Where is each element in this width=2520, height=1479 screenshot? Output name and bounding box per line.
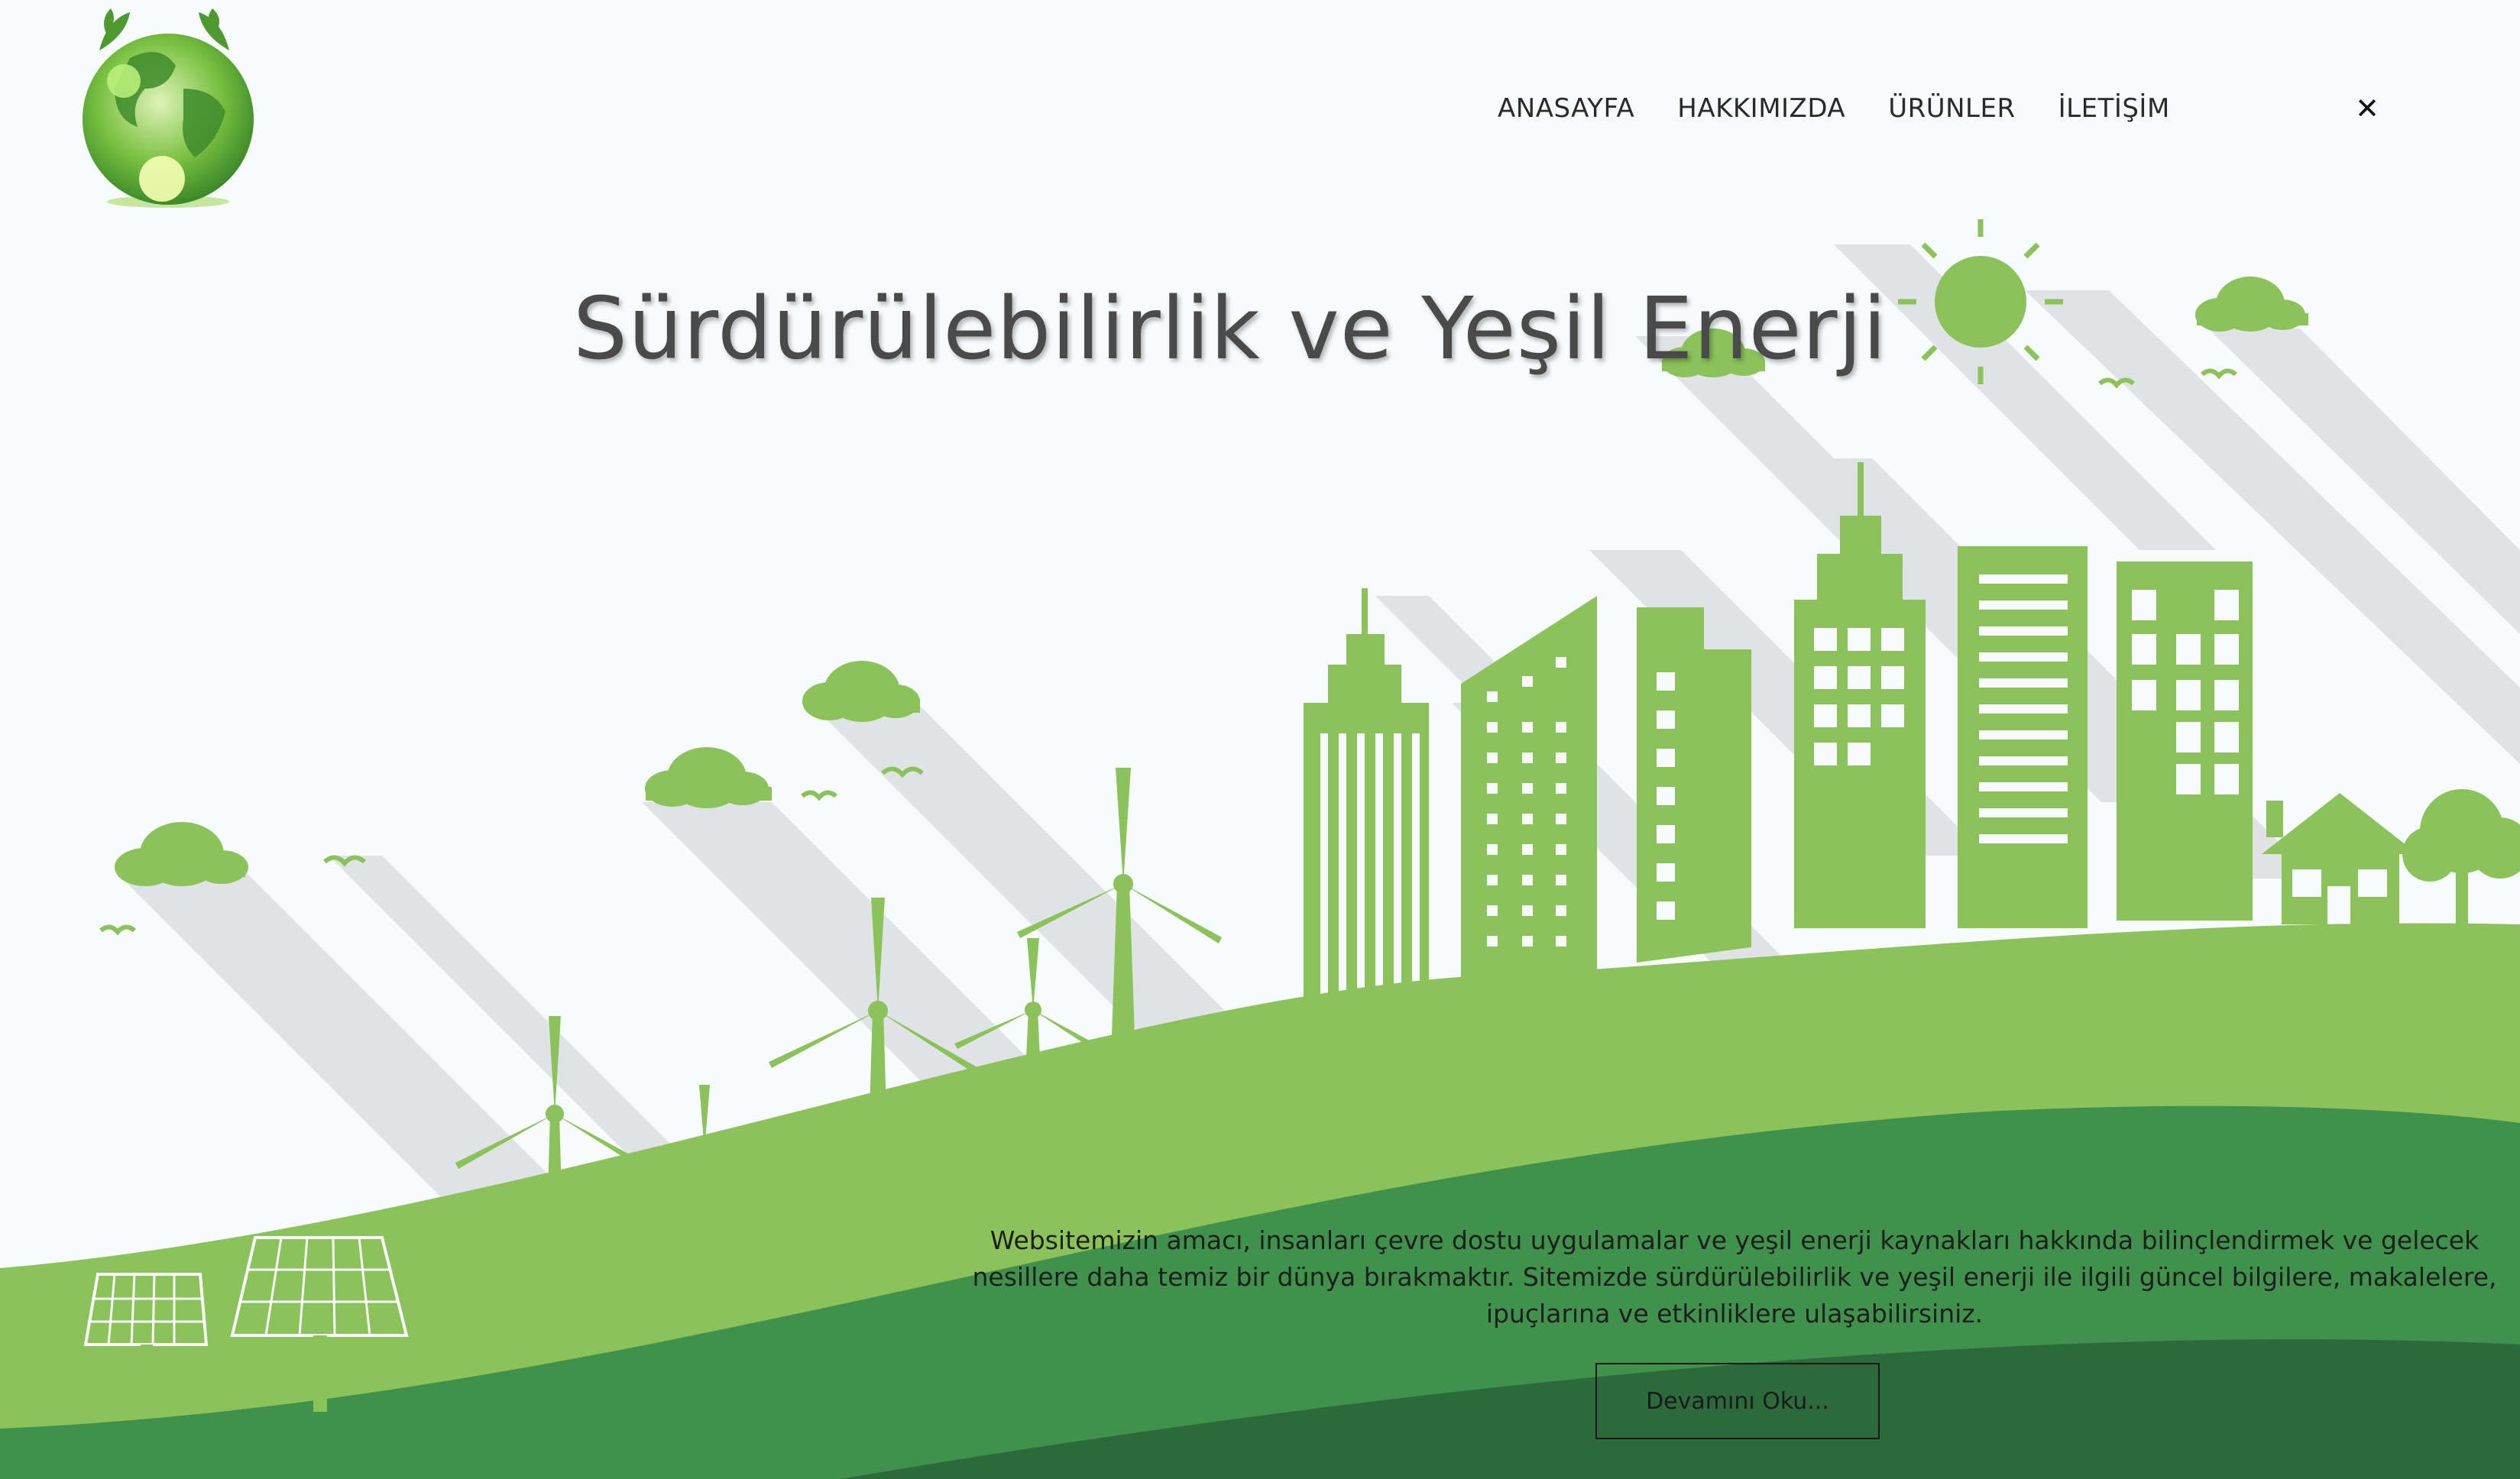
cloud-icon	[115, 822, 248, 886]
cloud-icon	[645, 747, 772, 808]
intro-text: Websitemizin amacı, insanları çevre dost…	[972, 1225, 2497, 1329]
nav-item-iletisim[interactable]: İLETİŞİM	[2058, 93, 2170, 124]
globe-logo-icon[interactable]	[76, 5, 260, 211]
bird-icon	[801, 790, 837, 801]
read-more-button[interactable]: Devamını Oku...	[1595, 1363, 1880, 1439]
cloud-icon	[802, 661, 920, 722]
bird-icon	[2201, 368, 2237, 380]
nav-item-urunler[interactable]: ÜRÜNLER	[1888, 93, 2015, 124]
close-icon[interactable]: ✕	[2346, 87, 2389, 130]
page-title: Sürdürülebilirlik ve Yeşil Enerji	[573, 280, 1887, 379]
nav-item-hakkimizda[interactable]: HAKKIMIZDA	[1677, 93, 1845, 124]
bird-icon	[99, 924, 136, 936]
nav-item-anasayfa[interactable]: ANASAYFA	[1498, 93, 1634, 124]
main-nav: ANASAYFA HAKKIMIZDA ÜRÜNLER İLETİŞİM	[1498, 87, 2213, 130]
cloud-icon	[2195, 277, 2308, 332]
tree-icon	[2402, 789, 2520, 940]
